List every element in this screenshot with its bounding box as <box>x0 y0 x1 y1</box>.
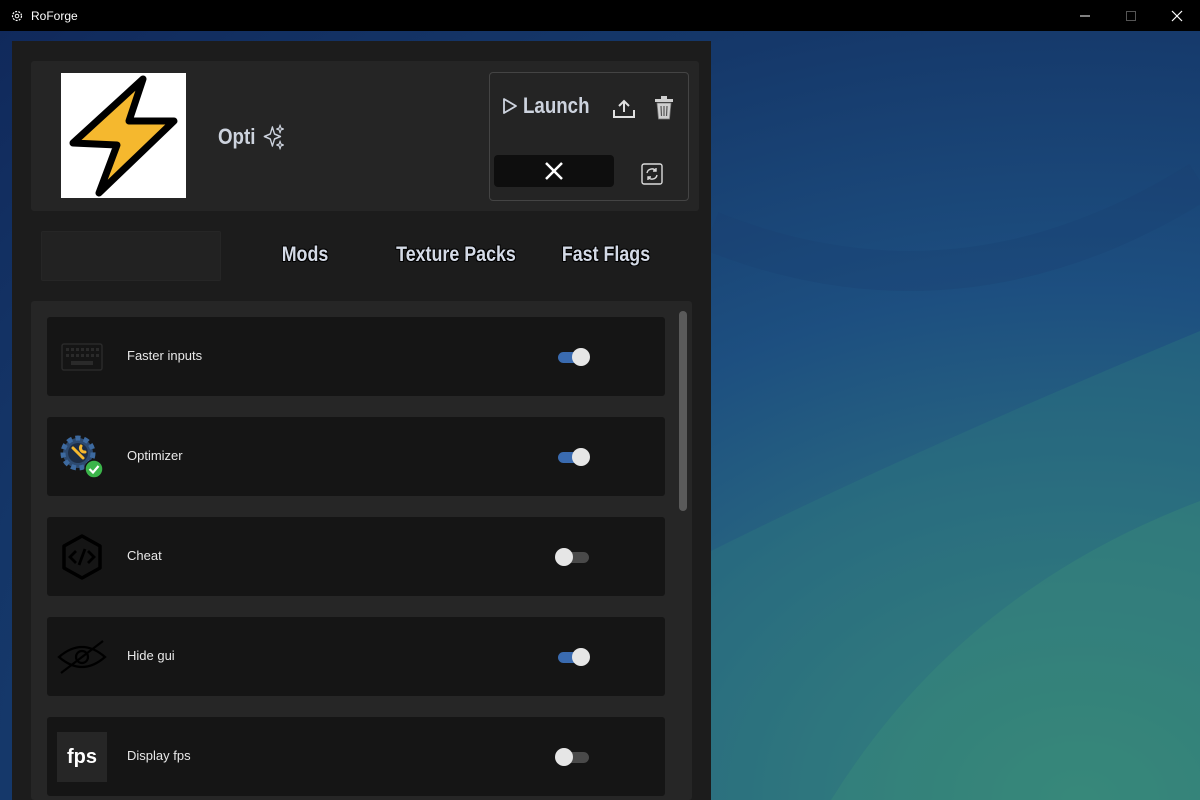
cancel-button[interactable] <box>494 155 614 187</box>
launch-label: Launch <box>523 93 590 118</box>
mod-label-hide-gui: Hide gui <box>127 648 175 663</box>
close-window-button[interactable] <box>1154 0 1200 31</box>
profile-name: Opti <box>218 123 286 151</box>
toggle-knob <box>572 648 590 666</box>
tab-texture-packs[interactable]: Texture Packs <box>388 243 524 269</box>
tab-mods[interactable]: Mods <box>267 243 344 269</box>
refresh-button[interactable] <box>640 162 664 186</box>
refresh-icon <box>641 163 663 185</box>
toggle-knob <box>555 748 573 766</box>
lightning-bolt-icon <box>69 75 178 197</box>
profile-logo <box>61 73 186 198</box>
maximize-icon <box>1126 10 1136 21</box>
tab-empty[interactable] <box>41 231 221 281</box>
upload-icon <box>613 99 635 118</box>
code-hexagon-icon <box>57 532 107 582</box>
minimize-button[interactable] <box>1062 0 1108 31</box>
toggle-knob <box>555 548 573 566</box>
list-item: Optimizer <box>47 417 665 496</box>
mods-list[interactable]: Faster inputs Optimizer Cheat Hide gui f… <box>31 301 692 800</box>
launch-button[interactable]: Launch <box>502 93 601 119</box>
trash-icon <box>655 96 673 120</box>
profile-header: Opti Launch <box>31 61 699 211</box>
export-button[interactable] <box>610 95 638 123</box>
launch-controls: Launch <box>489 72 689 201</box>
play-icon <box>503 98 517 114</box>
app-panel: Opti Launch Mods Texture Packs Fast Flag… <box>12 41 711 800</box>
mod-label-cheat: Cheat <box>127 548 162 563</box>
list-item: Cheat <box>47 517 665 596</box>
fps-icon: fps <box>57 732 107 782</box>
list-scrollbar[interactable] <box>679 311 687 511</box>
toggle-optimizer[interactable] <box>557 447 591 467</box>
window-titlebar: RoForge <box>0 0 1200 31</box>
desktop-wallpaper <box>711 31 1200 800</box>
toggle-faster-inputs[interactable] <box>557 347 591 367</box>
list-item: Faster inputs <box>47 317 665 396</box>
toggle-cheat[interactable] <box>555 547 591 567</box>
list-item: Hide gui <box>47 617 665 696</box>
toggle-knob <box>572 348 590 366</box>
mod-label-optimizer: Optimizer <box>127 448 183 463</box>
window-title: RoForge <box>31 8 78 23</box>
toggle-knob <box>572 448 590 466</box>
close-window-icon <box>1171 10 1183 21</box>
profile-name-text: Opti <box>218 124 256 149</box>
toggle-hide-gui[interactable] <box>557 647 591 667</box>
gear-wrench-check-icon <box>57 432 107 482</box>
close-icon <box>545 162 563 180</box>
sparkles-icon <box>262 123 286 151</box>
app-gear-icon <box>11 10 23 22</box>
toggle-display-fps[interactable] <box>555 747 591 767</box>
delete-button[interactable] <box>651 93 677 123</box>
maximize-button[interactable] <box>1108 0 1154 31</box>
eye-slash-icon <box>57 632 107 682</box>
keyboard-icon <box>57 332 107 382</box>
minimize-icon <box>1080 15 1090 16</box>
fps-icon-text: fps <box>67 745 97 768</box>
mod-label-faster-inputs: Faster inputs <box>127 348 203 363</box>
tab-fast-flags[interactable]: Fast Flags <box>555 243 657 269</box>
list-item: fps Display fps <box>47 717 665 796</box>
mod-label-display-fps: Display fps <box>127 748 191 763</box>
